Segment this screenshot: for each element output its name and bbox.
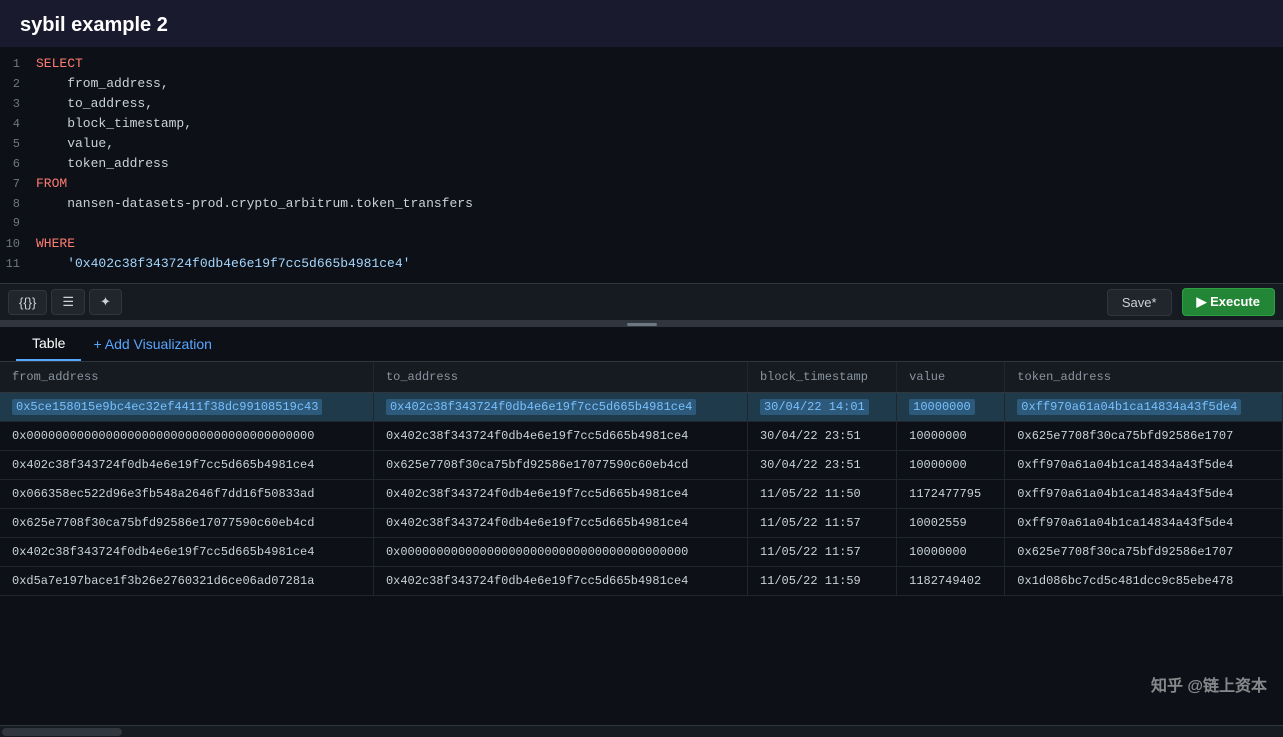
cell-value: 1172477795 bbox=[897, 480, 1005, 509]
table-row[interactable]: 0x402c38f343724f0db4e6e19f7cc5d665b4981c… bbox=[0, 538, 1283, 567]
cell-token_address: 0x625e7708f30ca75bfd92586e1707 bbox=[1005, 538, 1283, 567]
cell-value: 10000000 bbox=[897, 393, 1005, 422]
cell-to_address: 0x402c38f343724f0db4e6e19f7cc5d665b4981c… bbox=[373, 509, 747, 538]
col-header-value: value bbox=[897, 362, 1005, 393]
execute-button[interactable]: ▶ Execute bbox=[1182, 288, 1275, 316]
cell-token_address: 0xff970a61a04b1ca14834a43f5de4 bbox=[1005, 451, 1283, 480]
cell-to_address: 0x402c38f343724f0db4e6e19f7cc5d665b4981c… bbox=[373, 422, 747, 451]
table-container[interactable]: from_address to_address block_timestamp … bbox=[0, 362, 1283, 725]
cell-block_timestamp: 30/04/22 14:01 bbox=[747, 393, 896, 422]
table-header-row: from_address to_address block_timestamp … bbox=[0, 362, 1283, 393]
cell-token_address: 0x625e7708f30ca75bfd92586e1707 bbox=[1005, 422, 1283, 451]
cell-value: 10000000 bbox=[897, 538, 1005, 567]
cell-token_address: 0x1d086bc7cd5c481dcc9c85ebe478 bbox=[1005, 567, 1283, 596]
cell-from_address: 0x066358ec522d96e3fb548a2646f7dd16f50833… bbox=[0, 480, 373, 509]
results-table: from_address to_address block_timestamp … bbox=[0, 362, 1283, 596]
list-icon: ☰ bbox=[62, 294, 74, 310]
magic-icon: ✦ bbox=[100, 294, 111, 310]
tab-table[interactable]: Table bbox=[16, 327, 81, 361]
code-editor[interactable]: 1 SELECT 2 from_address, 3 to_address, 4… bbox=[0, 47, 1283, 283]
cell-from_address: 0x402c38f343724f0db4e6e19f7cc5d665b4981c… bbox=[0, 538, 373, 567]
toolbar: {{}} ☰ ✦ Save* ▶ Execute bbox=[0, 284, 1283, 321]
cell-to_address: 0x402c38f343724f0db4e6e19f7cc5d665b4981c… bbox=[373, 393, 747, 422]
divider-indicator bbox=[627, 323, 657, 326]
horizontal-scrollbar[interactable] bbox=[0, 725, 1283, 737]
cell-token_address: 0xff970a61a04b1ca14834a43f5de4 bbox=[1005, 393, 1283, 422]
code-line-3: 3 to_address, bbox=[0, 95, 1283, 115]
code-line-9: 9 bbox=[0, 215, 1283, 235]
cell-block_timestamp: 30/04/22 23:51 bbox=[747, 451, 896, 480]
cell-value: 1182749402 bbox=[897, 567, 1005, 596]
cell-from_address: 0xd5a7e197bace1f3b26e2760321d6ce06ad0728… bbox=[0, 567, 373, 596]
save-button[interactable]: Save* bbox=[1107, 289, 1172, 316]
cell-value: 10002559 bbox=[897, 509, 1005, 538]
table-row[interactable]: 0xd5a7e197bace1f3b26e2760321d6ce06ad0728… bbox=[0, 567, 1283, 596]
code-line-10: 10 WHERE bbox=[0, 235, 1283, 255]
cell-block_timestamp: 11/05/22 11:57 bbox=[747, 538, 896, 567]
code-line-6: 6 token_address bbox=[0, 155, 1283, 175]
cell-value: 10000000 bbox=[897, 422, 1005, 451]
cell-from_address: 0x00000000000000000000000000000000000000… bbox=[0, 422, 373, 451]
table-row[interactable]: 0x5ce158015e9bc4ec32ef4411f38dc99108519c… bbox=[0, 393, 1283, 422]
cell-token_address: 0xff970a61a04b1ca14834a43f5de4 bbox=[1005, 509, 1283, 538]
cell-to_address: 0x402c38f343724f0db4e6e19f7cc5d665b4981c… bbox=[373, 480, 747, 509]
results-area: Table + Add Visualization from_address t… bbox=[0, 327, 1283, 737]
code-line-11: 11 '0x402c38f343724f0db4e6e19f7cc5d665b4… bbox=[0, 255, 1283, 275]
cell-from_address: 0x625e7708f30ca75bfd92586e17077590c60eb4… bbox=[0, 509, 373, 538]
cell-to_address: 0x00000000000000000000000000000000000000… bbox=[373, 538, 747, 567]
table-row[interactable]: 0x625e7708f30ca75bfd92586e17077590c60eb4… bbox=[0, 509, 1283, 538]
table-row[interactable]: 0x00000000000000000000000000000000000000… bbox=[0, 422, 1283, 451]
json-view-button[interactable]: {{}} bbox=[8, 290, 47, 315]
tabs-row: Table + Add Visualization bbox=[0, 327, 1283, 362]
json-icon: {{}} bbox=[19, 295, 36, 310]
cell-to_address: 0x625e7708f30ca75bfd92586e17077590c60eb4… bbox=[373, 451, 747, 480]
editor-area: 1 SELECT 2 from_address, 3 to_address, 4… bbox=[0, 47, 1283, 284]
col-header-to-address: to_address bbox=[373, 362, 747, 393]
tab-add-visualization[interactable]: + Add Visualization bbox=[81, 328, 223, 360]
table-row[interactable]: 0x066358ec522d96e3fb548a2646f7dd16f50833… bbox=[0, 480, 1283, 509]
code-line-7: 7 FROM bbox=[0, 175, 1283, 195]
cell-block_timestamp: 11/05/22 11:57 bbox=[747, 509, 896, 538]
cell-to_address: 0x402c38f343724f0db4e6e19f7cc5d665b4981c… bbox=[373, 567, 747, 596]
code-line-8: 8 nansen-datasets-prod.crypto_arbitrum.t… bbox=[0, 195, 1283, 215]
cell-token_address: 0xff970a61a04b1ca14834a43f5de4 bbox=[1005, 480, 1283, 509]
code-line-5: 5 value, bbox=[0, 135, 1283, 155]
scrollbar-thumb bbox=[2, 728, 122, 736]
cell-block_timestamp: 11/05/22 11:59 bbox=[747, 567, 896, 596]
page-title: sybil example 2 bbox=[0, 0, 1283, 47]
table-row[interactable]: 0x402c38f343724f0db4e6e19f7cc5d665b4981c… bbox=[0, 451, 1283, 480]
col-header-block-timestamp: block_timestamp bbox=[747, 362, 896, 393]
code-line-4: 4 block_timestamp, bbox=[0, 115, 1283, 135]
code-line-1: 1 SELECT bbox=[0, 55, 1283, 75]
cell-value: 10000000 bbox=[897, 451, 1005, 480]
cell-block_timestamp: 11/05/22 11:50 bbox=[747, 480, 896, 509]
col-header-from-address: from_address bbox=[0, 362, 373, 393]
cell-block_timestamp: 30/04/22 23:51 bbox=[747, 422, 896, 451]
col-header-token-address: token_address bbox=[1005, 362, 1283, 393]
list-view-button[interactable]: ☰ bbox=[51, 289, 85, 315]
cell-from_address: 0x5ce158015e9bc4ec32ef4411f38dc99108519c… bbox=[0, 393, 373, 422]
code-line-2: 2 from_address, bbox=[0, 75, 1283, 95]
magic-button[interactable]: ✦ bbox=[89, 289, 122, 315]
cell-from_address: 0x402c38f343724f0db4e6e19f7cc5d665b4981c… bbox=[0, 451, 373, 480]
